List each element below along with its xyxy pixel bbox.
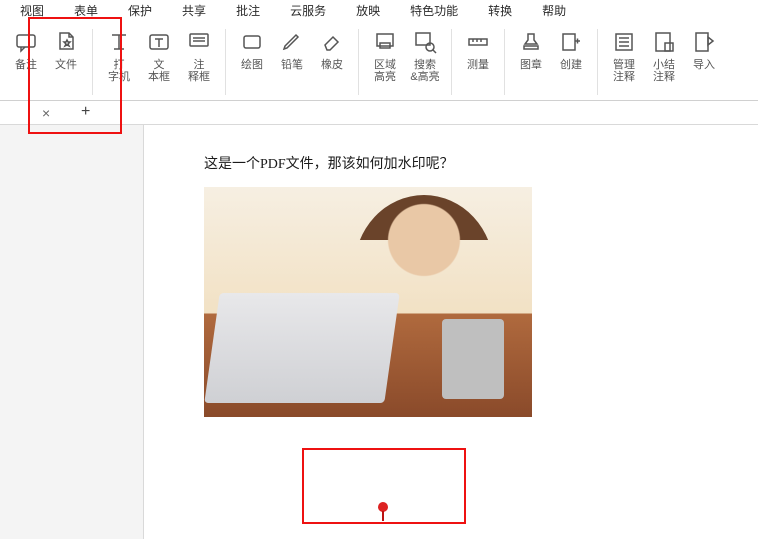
eraser-label: 橡皮 bbox=[321, 59, 343, 71]
measure-button[interactable]: 测量 bbox=[458, 29, 498, 71]
group-stamp: 图章 创建 bbox=[505, 29, 598, 95]
file-label: 文件 bbox=[55, 59, 77, 71]
commentbox-button[interactable]: 注 释框 bbox=[179, 29, 219, 83]
textbox-icon bbox=[146, 29, 172, 55]
tab-strip: × + bbox=[0, 101, 758, 125]
mgmt-label-b: 注释 bbox=[613, 71, 635, 83]
menu-item-form[interactable]: 表单 bbox=[74, 2, 98, 19]
search-highlight-button[interactable]: 搜索 &高亮 bbox=[405, 29, 445, 83]
area-highlight-icon bbox=[372, 29, 398, 55]
summary-label-a: 小结 bbox=[653, 59, 675, 71]
measure-label: 测量 bbox=[467, 59, 489, 71]
menu-item-help[interactable]: 帮助 bbox=[542, 2, 566, 19]
pin-icon bbox=[378, 502, 388, 512]
textbox-label-a: 文 bbox=[154, 59, 165, 71]
areahl-label-b: 高亮 bbox=[374, 71, 396, 83]
mgmt-label-a: 管理 bbox=[613, 59, 635, 71]
import-icon bbox=[691, 29, 717, 55]
file-star-icon bbox=[53, 29, 79, 55]
pencil-icon bbox=[279, 29, 305, 55]
list-icon bbox=[611, 29, 637, 55]
commentbox-label-b: 释框 bbox=[188, 71, 210, 83]
group-text: 打 字机 文 本框 注 释框 bbox=[93, 29, 226, 95]
summary-button[interactable]: 小结 注释 bbox=[644, 29, 684, 83]
ruler-icon bbox=[465, 29, 491, 55]
menu-item-annotate[interactable]: 批注 bbox=[236, 2, 260, 19]
summary-label-b: 注释 bbox=[653, 71, 675, 83]
searchhl-label-a: 搜索 bbox=[414, 59, 436, 71]
search-highlight-icon bbox=[412, 29, 438, 55]
eraser-button[interactable]: 橡皮 bbox=[312, 29, 352, 71]
document-body-text: 这是一个PDF文件，那该如何加水印呢？ bbox=[204, 153, 738, 173]
page-canvas[interactable]: 这是一个PDF文件，那该如何加水印呢？ bbox=[144, 125, 758, 539]
textbox-button[interactable]: 文 本框 bbox=[139, 29, 179, 83]
typewriter-button[interactable]: 打 字机 bbox=[99, 29, 139, 83]
searchhl-label-b: &高亮 bbox=[410, 71, 439, 83]
menu-item-present[interactable]: 放映 bbox=[356, 2, 380, 19]
menu-item-convert[interactable]: 转换 bbox=[488, 2, 512, 19]
menu-bar: 视图 表单 保护 共享 批注 云服务 放映 特色功能 转换 帮助 bbox=[0, 0, 758, 21]
stamp-label: 图章 bbox=[520, 59, 542, 71]
manage-annotations-button[interactable]: 管理 注释 bbox=[604, 29, 644, 83]
group-highlight: 区域 高亮 搜索 &高亮 bbox=[359, 29, 452, 95]
typewriter-icon bbox=[106, 29, 132, 55]
note-button[interactable]: 备注 bbox=[6, 29, 46, 71]
group-draw: 绘图 铅笔 橡皮 bbox=[226, 29, 359, 95]
group-manage: 管理 注释 小结 注释 导入 bbox=[598, 29, 730, 95]
group-annot: 备注 文件 bbox=[0, 29, 93, 95]
menu-item-protect[interactable]: 保护 bbox=[128, 2, 152, 19]
draw-button[interactable]: 绘图 bbox=[232, 29, 272, 71]
thumbnail-panel[interactable] bbox=[0, 125, 144, 539]
textbox-label-b: 本框 bbox=[148, 71, 170, 83]
pencil-label: 铅笔 bbox=[281, 59, 303, 71]
create-icon bbox=[558, 29, 584, 55]
document-image bbox=[204, 187, 532, 417]
commentbox-icon bbox=[186, 29, 212, 55]
menu-item-cloud[interactable]: 云服务 bbox=[290, 2, 326, 19]
stamp-icon bbox=[518, 29, 544, 55]
menu-item-view[interactable]: 视图 bbox=[20, 2, 44, 19]
typewriter-label-a: 打 bbox=[114, 59, 125, 71]
close-tab-button[interactable]: × bbox=[42, 105, 50, 121]
note-label: 备注 bbox=[15, 59, 37, 71]
create-button[interactable]: 创建 bbox=[551, 29, 591, 71]
toolbar: 备注 文件 打 字机 文 本框 注 释框 绘图 铅笔 bbox=[0, 21, 758, 101]
file-attach-button[interactable]: 文件 bbox=[46, 29, 86, 71]
eraser-icon bbox=[319, 29, 345, 55]
menu-item-share[interactable]: 共享 bbox=[182, 2, 206, 19]
import-button[interactable]: 导入 bbox=[684, 29, 724, 71]
speech-bubble-icon bbox=[13, 29, 39, 55]
menu-item-feature[interactable]: 特色功能 bbox=[410, 2, 458, 19]
area-highlight-button[interactable]: 区域 高亮 bbox=[365, 29, 405, 83]
draw-label: 绘图 bbox=[241, 59, 263, 71]
summary-icon bbox=[651, 29, 677, 55]
typewriter-label-b: 字机 bbox=[108, 71, 130, 83]
add-tab-button[interactable]: + bbox=[81, 103, 90, 121]
pencil-button[interactable]: 铅笔 bbox=[272, 29, 312, 71]
commentbox-label-a: 注 bbox=[194, 59, 205, 71]
areahl-label-a: 区域 bbox=[374, 59, 396, 71]
create-label: 创建 bbox=[560, 59, 582, 71]
import-label: 导入 bbox=[693, 59, 715, 71]
stamp-button[interactable]: 图章 bbox=[511, 29, 551, 71]
rectangle-icon bbox=[239, 29, 265, 55]
group-measure: 测量 bbox=[452, 29, 505, 95]
document-area: 这是一个PDF文件，那该如何加水印呢？ bbox=[0, 125, 758, 539]
